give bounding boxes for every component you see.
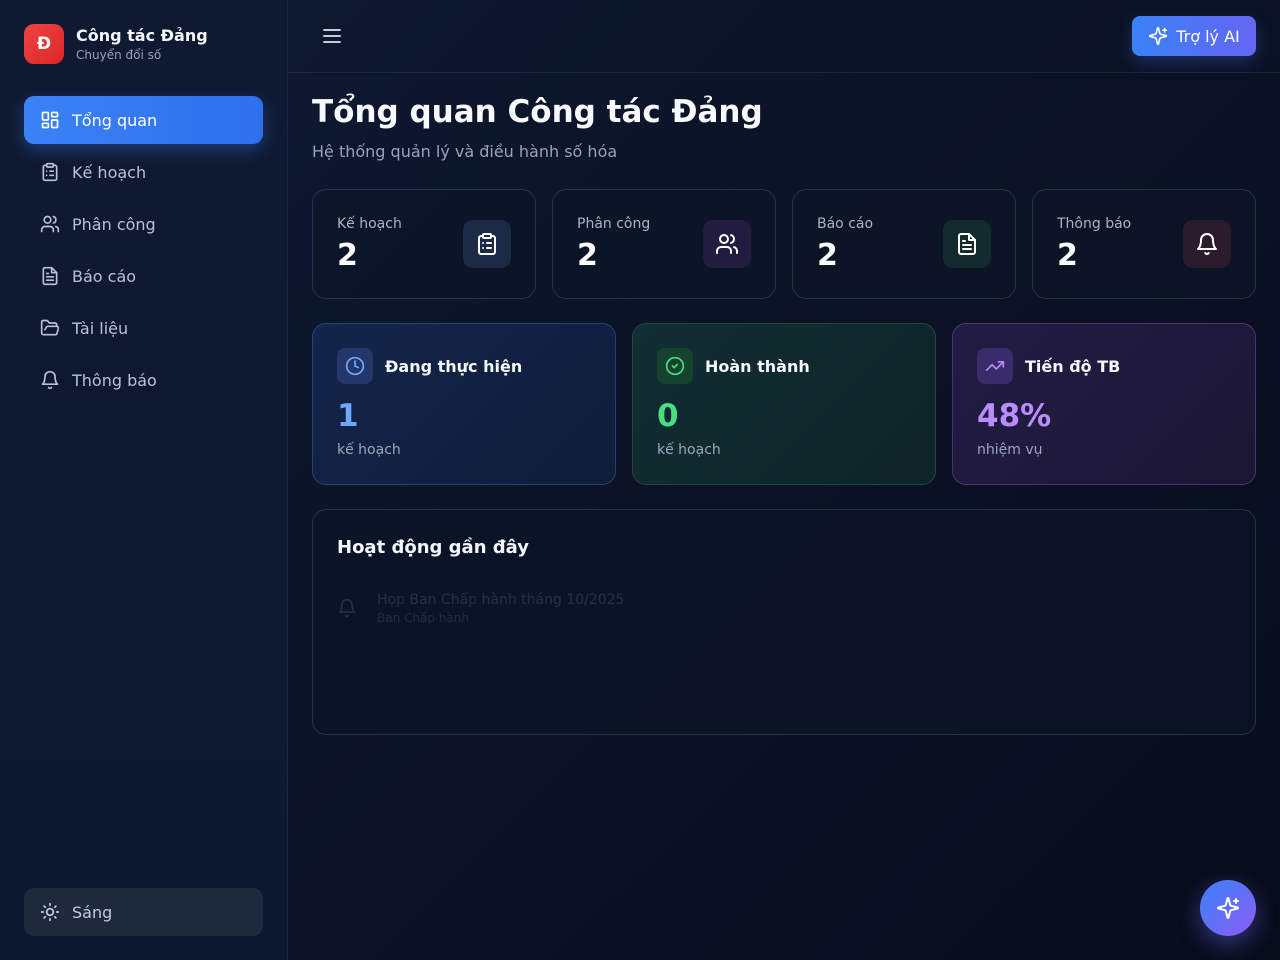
big-icon-box	[657, 348, 693, 384]
stat-label: Báo cáo	[817, 216, 874, 232]
check-circle-icon	[665, 356, 685, 376]
summary-value: 1	[337, 398, 359, 434]
summary-title: Tiến độ TB	[1025, 356, 1121, 376]
file-text-icon	[958, 233, 976, 255]
stat-icon-box	[943, 220, 991, 268]
menu-icon	[323, 29, 341, 43]
stat-card-reports[interactable]: Báo cáo 2	[792, 189, 1016, 299]
sidebar-item-label: Kế hoạch	[72, 162, 147, 182]
summary-unit: nhiệm vụ	[977, 442, 1043, 458]
sidebar-item-label: Thông báo	[72, 370, 157, 390]
clipboard-icon	[42, 162, 58, 182]
bell-icon	[1197, 233, 1217, 255]
trending-up-icon	[985, 361, 1005, 371]
summary-unit: kế hoạch	[337, 442, 401, 458]
topbar: Trợ lý AI	[288, 0, 1280, 73]
clipboard-icon	[478, 233, 496, 255]
sidebar-item-notifications[interactable]: Thông báo	[24, 356, 263, 404]
sidebar-item-assignments[interactable]: Phân công	[24, 200, 263, 248]
dashboard-icon	[41, 111, 59, 129]
stat-card-notifications[interactable]: Thông báo 2	[1032, 189, 1256, 299]
stat-card-plans[interactable]: Kế hoạch 2	[312, 189, 536, 299]
recent-activity-panel: Hoạt động gần đây Họp Ban Chấp hành thán…	[312, 509, 1256, 735]
summary-value: 48%	[977, 398, 1052, 434]
users-icon	[716, 234, 738, 254]
bell-icon	[338, 598, 356, 618]
summary-unit: kế hoạch	[657, 442, 721, 458]
sun-icon	[40, 902, 60, 922]
sidebar: Đ Công tác Đảng Chuyển đổi số Tổng quan …	[0, 0, 288, 960]
theme-toggle-button[interactable]: Sáng	[24, 888, 263, 936]
summary-title: Đang thực hiện	[385, 356, 523, 376]
stat-value: 2	[817, 238, 838, 273]
sidebar-item-label: Báo cáo	[72, 266, 137, 286]
brand-subtitle: Chuyển đổi số	[76, 48, 162, 62]
ai-floating-button[interactable]	[1200, 880, 1256, 936]
big-icon-box	[977, 348, 1013, 384]
sidebar-item-plans[interactable]: Kế hoạch	[24, 148, 263, 196]
page-title: Tổng quan Công tác Đảng	[312, 94, 763, 130]
clock-icon	[345, 356, 365, 376]
stat-icon-box	[463, 220, 511, 268]
sidebar-item-documents[interactable]: Tài liệu	[24, 304, 263, 352]
list-item[interactable]: Họp Ban Chấp hành tháng 10/2025 Ban Chấp…	[337, 590, 624, 626]
users-icon	[40, 215, 60, 233]
stat-value: 2	[1057, 238, 1078, 273]
menu-button[interactable]	[320, 24, 344, 48]
sidebar-item-label: Phân công	[72, 214, 156, 234]
sidebar-nav: Tổng quan Kế hoạch Phân công Báo cáo Tài…	[24, 96, 263, 408]
sparkles-icon	[1149, 26, 1168, 46]
file-text-icon	[42, 266, 58, 286]
sparkles-icon	[1217, 897, 1239, 919]
brand[interactable]: Đ Công tác Đảng Chuyển đổi số	[24, 24, 208, 64]
stat-icon-box	[1183, 220, 1231, 268]
summary-card-completed[interactable]: Hoàn thành 0 kế hoạch	[632, 323, 936, 485]
theme-toggle-label: Sáng	[72, 902, 113, 922]
brand-logo: Đ	[24, 24, 64, 64]
summary-card-in-progress[interactable]: Đang thực hiện 1 kế hoạch	[312, 323, 616, 485]
stat-label: Phân công	[577, 216, 651, 232]
sidebar-item-label: Tài liệu	[72, 318, 129, 338]
ai-assistant-button[interactable]: Trợ lý AI	[1132, 16, 1256, 56]
sidebar-item-reports[interactable]: Báo cáo	[24, 252, 263, 300]
brand-title: Công tác Đảng	[76, 26, 208, 45]
stat-label: Thông báo	[1057, 216, 1132, 232]
activity-item-title: Họp Ban Chấp hành tháng 10/2025	[377, 592, 625, 608]
sidebar-item-label: Tổng quan	[72, 110, 158, 130]
recent-activity-title: Hoạt động gần đây	[337, 537, 529, 558]
page-subtitle: Hệ thống quản lý và điều hành số hóa	[312, 142, 618, 161]
folder-icon	[40, 319, 60, 336]
stat-value: 2	[577, 238, 598, 273]
stat-value: 2	[337, 238, 358, 273]
stat-icon-box	[703, 220, 751, 268]
ai-assistant-label: Trợ lý AI	[1176, 26, 1240, 46]
sidebar-item-overview[interactable]: Tổng quan	[24, 96, 263, 144]
big-icon-box	[337, 348, 373, 384]
bell-icon	[41, 370, 59, 390]
activity-item-subtitle: Ban Chấp hành	[377, 611, 469, 625]
stat-label: Kế hoạch	[337, 216, 402, 232]
stat-card-assignments[interactable]: Phân công 2	[552, 189, 776, 299]
summary-value: 0	[657, 398, 679, 434]
summary-title: Hoàn thành	[705, 356, 810, 376]
summary-card-progress[interactable]: Tiến độ TB 48% nhiệm vụ	[952, 323, 1256, 485]
